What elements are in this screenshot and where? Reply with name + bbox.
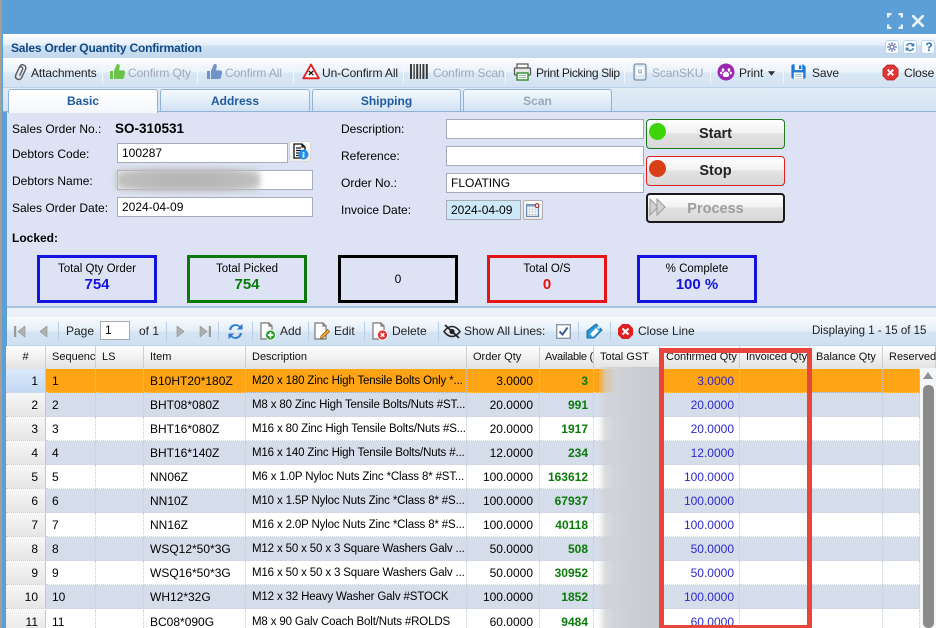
- svg-text:u: u: [638, 69, 642, 76]
